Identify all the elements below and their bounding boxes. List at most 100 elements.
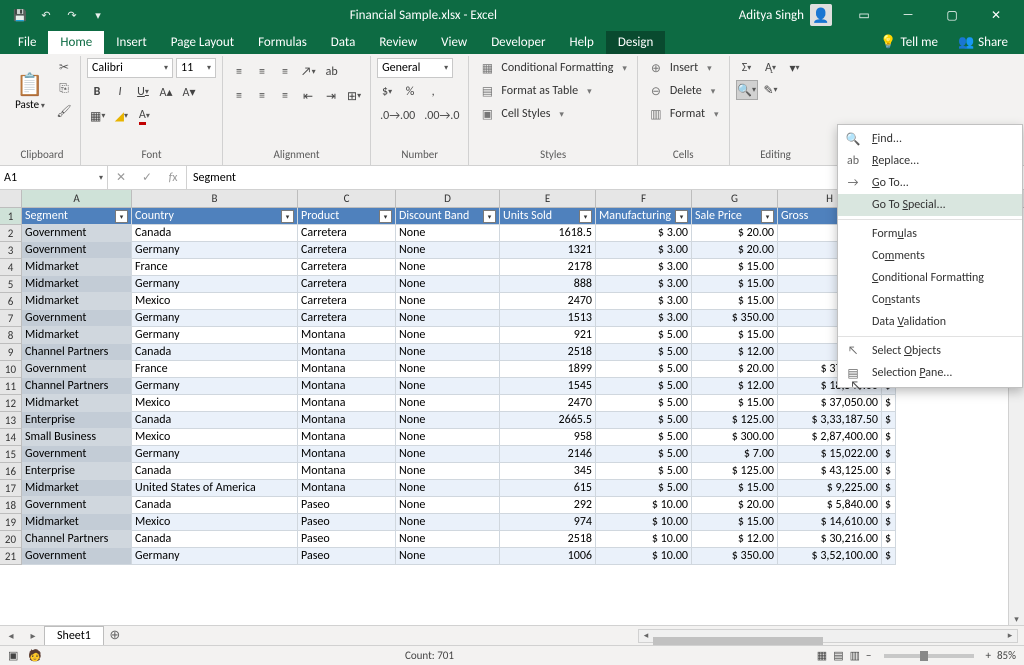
column-header[interactable]: B bbox=[132, 190, 298, 207]
cell[interactable]: Carretera bbox=[298, 242, 396, 259]
cell[interactable]: Government bbox=[22, 361, 132, 378]
tell-me-button[interactable]: 💡Tell me bbox=[870, 31, 948, 54]
cell[interactable]: None bbox=[396, 242, 500, 259]
cell[interactable]: Midmarket bbox=[22, 259, 132, 276]
tab-nav-next[interactable]: ▸ bbox=[22, 629, 44, 642]
cell[interactable]: 2518 bbox=[500, 531, 596, 548]
cell[interactable]: $ 350.00 bbox=[692, 310, 778, 327]
tab-nav-prev[interactable]: ◂ bbox=[0, 629, 22, 642]
row-header[interactable]: 11 bbox=[0, 378, 22, 395]
cell[interactable]: $ 43,125.00 bbox=[778, 463, 882, 480]
undo-icon[interactable]: ↶ bbox=[36, 5, 56, 25]
cell[interactable]: $ 350.00 bbox=[692, 548, 778, 565]
cell[interactable]: Montana bbox=[298, 378, 396, 395]
cell[interactable]: $ 5.00 bbox=[596, 395, 692, 412]
cell[interactable]: $ 20.00 bbox=[692, 497, 778, 514]
cell[interactable]: $ 5.00 bbox=[596, 361, 692, 378]
cell[interactable]: 1618.5 bbox=[500, 225, 596, 242]
filter-dropdown-icon[interactable]: ▾ bbox=[281, 210, 294, 223]
cell[interactable]: 1321 bbox=[500, 242, 596, 259]
decrease-indent-icon[interactable]: ⇤ bbox=[298, 86, 318, 106]
align-left-icon[interactable]: ≡ bbox=[229, 86, 249, 106]
cell[interactable]: $ 37,050.00 bbox=[778, 395, 882, 412]
cell[interactable]: Montana bbox=[298, 361, 396, 378]
cell[interactable]: 2665.5 bbox=[500, 412, 596, 429]
menu-conditional-formatting[interactable]: Conditional Formatting bbox=[838, 267, 1022, 289]
tab-formulas[interactable]: Formulas bbox=[246, 31, 319, 54]
cell[interactable]: Paseo bbox=[298, 497, 396, 514]
save-icon[interactable]: 💾 bbox=[10, 5, 30, 25]
cell[interactable]: $ 3.00 bbox=[596, 259, 692, 276]
cell[interactable]: $ bbox=[882, 395, 896, 412]
increase-font-button[interactable]: A▴ bbox=[156, 82, 176, 102]
menu-goto[interactable]: →Go To... bbox=[838, 172, 1022, 194]
cell[interactable]: Germany bbox=[132, 378, 298, 395]
table-header-cell[interactable]: Manufacturing▾ bbox=[596, 208, 692, 225]
fill-color-button[interactable]: ◢▾ bbox=[111, 106, 131, 126]
row-header[interactable]: 3 bbox=[0, 242, 22, 259]
cell[interactable]: None bbox=[396, 293, 500, 310]
row-header[interactable]: 9 bbox=[0, 344, 22, 361]
borders-button[interactable]: ▦▾ bbox=[87, 106, 108, 126]
cell[interactable]: Channel Partners bbox=[22, 531, 132, 548]
cell[interactable]: 345 bbox=[500, 463, 596, 480]
page-break-view-icon[interactable]: ▥ bbox=[850, 649, 860, 662]
cell[interactable]: $ bbox=[882, 480, 896, 497]
cell[interactable]: $ 3.00 bbox=[596, 293, 692, 310]
maximize-button[interactable]: ▢ bbox=[930, 0, 974, 30]
row-header[interactable]: 14 bbox=[0, 429, 22, 446]
row-header[interactable]: 1 bbox=[0, 208, 22, 225]
format-button[interactable]: ▥Format▾ bbox=[644, 104, 723, 124]
cell[interactable]: Montana bbox=[298, 395, 396, 412]
cell[interactable]: Canada bbox=[132, 463, 298, 480]
cell[interactable]: None bbox=[396, 548, 500, 565]
cell[interactable]: Channel Partners bbox=[22, 378, 132, 395]
cell[interactable]: $ 15.00 bbox=[692, 327, 778, 344]
cell[interactable]: Government bbox=[22, 446, 132, 463]
cell[interactable]: $ 9,225.00 bbox=[778, 480, 882, 497]
zoom-out-button[interactable]: − bbox=[866, 649, 871, 662]
cell[interactable]: $ 15.00 bbox=[692, 514, 778, 531]
cell[interactable]: Government bbox=[22, 310, 132, 327]
conditional-formatting-button[interactable]: ▦Conditional Formatting▾ bbox=[475, 58, 630, 78]
cell[interactable]: $ 5.00 bbox=[596, 429, 692, 446]
cancel-icon[interactable]: ✕ bbox=[108, 170, 134, 185]
cell[interactable]: $ 15.00 bbox=[692, 480, 778, 497]
column-header[interactable]: C bbox=[298, 190, 396, 207]
align-top-icon[interactable]: ≡ bbox=[229, 62, 249, 82]
cell[interactable]: $ 10.00 bbox=[596, 497, 692, 514]
cell[interactable]: $ 20.00 bbox=[692, 225, 778, 242]
cell[interactable]: $ 15,022.00 bbox=[778, 446, 882, 463]
cell[interactable]: $ 15.00 bbox=[692, 293, 778, 310]
percent-format-icon[interactable]: % bbox=[400, 82, 420, 102]
cell[interactable]: $ 125.00 bbox=[692, 463, 778, 480]
close-button[interactable]: ✕ bbox=[974, 0, 1018, 30]
cell[interactable]: $ 10.00 bbox=[596, 548, 692, 565]
cell[interactable]: Mexico bbox=[132, 293, 298, 310]
cell[interactable]: None bbox=[396, 327, 500, 344]
cell[interactable]: $ 5.00 bbox=[596, 327, 692, 344]
cell[interactable]: $ 7.00 bbox=[692, 446, 778, 463]
cell[interactable]: Germany bbox=[132, 446, 298, 463]
tab-help[interactable]: Help bbox=[557, 31, 605, 54]
row-header[interactable]: 19 bbox=[0, 514, 22, 531]
cell[interactable]: $ 3.00 bbox=[596, 242, 692, 259]
cell[interactable]: $ 3.00 bbox=[596, 276, 692, 293]
table-header-cell[interactable]: Country▾ bbox=[132, 208, 298, 225]
font-size-dropdown[interactable]: 11▾ bbox=[176, 58, 216, 78]
tab-home[interactable]: Home bbox=[48, 31, 104, 54]
cell[interactable]: Montana bbox=[298, 412, 396, 429]
cell[interactable]: Canada bbox=[132, 497, 298, 514]
wrap-text-icon[interactable]: ab bbox=[322, 62, 342, 82]
cell[interactable]: Canada bbox=[132, 531, 298, 548]
cell[interactable]: Government bbox=[22, 497, 132, 514]
cell[interactable]: Montana bbox=[298, 327, 396, 344]
cell[interactable]: $ 3,52,100.00 bbox=[778, 548, 882, 565]
row-header[interactable]: 2 bbox=[0, 225, 22, 242]
row-header[interactable]: 6 bbox=[0, 293, 22, 310]
menu-replace[interactable]: abReplace... bbox=[838, 150, 1022, 172]
cell[interactable]: 2178 bbox=[500, 259, 596, 276]
table-header-cell[interactable]: Sale Price▾ bbox=[692, 208, 778, 225]
horizontal-scrollbar[interactable]: ◂▸ bbox=[638, 629, 1018, 643]
row-header[interactable]: 16 bbox=[0, 463, 22, 480]
